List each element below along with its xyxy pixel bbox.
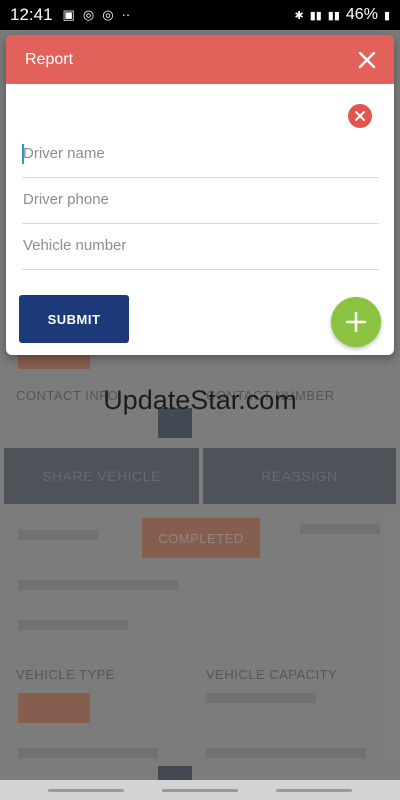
vehicle-number-field: [22, 224, 379, 270]
more-icon: ··: [121, 7, 131, 22]
remove-icon[interactable]: [348, 104, 372, 128]
driver-name-input[interactable]: [22, 136, 379, 170]
status-bar: 12:41 ▣ ◎ ◎ ·· ✱ ▮▮ ▮▮ 46% ▮: [0, 0, 400, 30]
status-right: ✱ ▮▮ ▮▮ 46% ▮: [294, 6, 390, 24]
battery-icon: ▮: [383, 9, 390, 22]
signal-icon: ▮▮: [309, 9, 322, 22]
add-button[interactable]: [331, 297, 381, 347]
system-nav-bar: [0, 780, 400, 800]
report-dialog: Report SUBMIT: [6, 35, 394, 355]
driver-phone-input[interactable]: [22, 182, 379, 216]
dialog-title: Report: [25, 50, 74, 68]
link-icon: ◎: [82, 7, 95, 22]
plus-icon: [345, 311, 367, 333]
driver-phone-field: [22, 178, 379, 224]
vehicle-number-input[interactable]: [22, 228, 379, 262]
link-icon-2: ◎: [102, 7, 114, 22]
submit-button[interactable]: SUBMIT: [19, 295, 129, 343]
image-icon: ▣: [62, 7, 75, 22]
close-icon[interactable]: [356, 49, 378, 71]
driver-name-field: [22, 132, 379, 178]
bluetooth-icon: ✱: [294, 9, 304, 22]
signal-icon-2: ▮▮: [327, 9, 340, 22]
nav-recents-bar[interactable]: [276, 789, 352, 792]
watermark: UpdateStar.com: [103, 385, 297, 415]
dialog-header: Report: [6, 35, 394, 84]
nav-back-bar[interactable]: [48, 789, 124, 792]
nav-home-bar[interactable]: [162, 789, 238, 792]
status-time: 12:41: [10, 5, 53, 24]
battery-level: 46%: [345, 6, 378, 23]
notification-icons: ▣ ◎ ◎ ··: [63, 7, 131, 23]
